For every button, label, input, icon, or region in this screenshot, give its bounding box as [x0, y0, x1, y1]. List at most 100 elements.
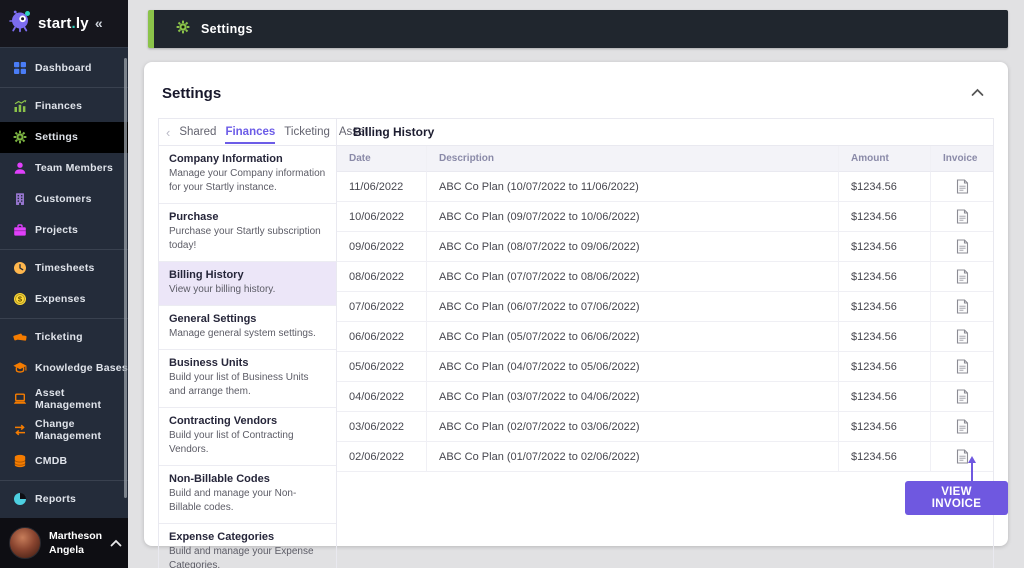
menu-item-title: Expense Categories	[169, 531, 275, 543]
sidebar-item-label: Ticketing	[35, 331, 83, 344]
sidebar-item-label: Timesheets	[35, 262, 95, 275]
sidebar-item-label: Team Members	[35, 162, 114, 175]
table-row: 09/06/2022 ABC Co Plan (08/07/2022 to 09/…	[337, 232, 993, 262]
collapse-panel-icon[interactable]	[965, 82, 990, 104]
settings-menu-item-expense-categories[interactable]: Expense Categories Build and manage your …	[159, 524, 336, 568]
sidebar-item-team-members[interactable]: Team Members	[0, 153, 128, 184]
billing-history-table: Date Description Amount Invoice 11/06/2022 AB…	[337, 146, 993, 568]
sidebar-item-cmdb[interactable]: CMDB	[0, 446, 128, 477]
invoice-document-icon[interactable]	[931, 442, 993, 472]
tab-finances[interactable]: Finances	[225, 120, 276, 144]
invoice-document-icon[interactable]	[931, 172, 993, 202]
cell-description: ABC Co Plan (04/07/2022 to 05/06/2022)	[427, 352, 839, 382]
sidebar-item-settings[interactable]: Settings	[0, 121, 128, 153]
sidebar-item-label: Reports	[35, 493, 77, 506]
sidebar-item-reports[interactable]: Reports	[0, 484, 128, 515]
tab-ticketing[interactable]: Ticketing	[284, 120, 330, 144]
settings-menu-item-non-billable-codes[interactable]: Non-Billable Codes Build and manage your …	[159, 466, 336, 524]
sidebar: start.ly « Dashboard Finances Settings Team…	[0, 0, 128, 568]
cell-description: ABC Co Plan (05/07/2022 to 06/06/2022)	[427, 322, 839, 352]
settings-panel: ‹ Shared Finances Ticketing Asset › Billing …	[158, 118, 994, 568]
chevron-up-icon[interactable]	[110, 534, 122, 552]
cell-amount: $1234.56	[839, 232, 931, 262]
menu-item-description: Manage your Company information for your…	[169, 168, 326, 193]
database-icon	[13, 454, 27, 468]
invoice-document-icon[interactable]	[931, 352, 993, 382]
sidebar-item-label: Expenses	[35, 293, 86, 306]
sidebar-item-timesheets[interactable]: Timesheets	[0, 253, 128, 284]
tab-shared[interactable]: Shared	[179, 120, 216, 144]
sidebar-item-label: Asset Management	[35, 387, 102, 412]
menu-item-description: View your billing history.	[169, 284, 276, 295]
settings-menu-item-purchase[interactable]: Purchase Purchase your Startly subscripti…	[159, 204, 336, 262]
cell-amount: $1234.56	[839, 322, 931, 352]
sidebar-item-ticketing[interactable]: Ticketing	[0, 322, 128, 353]
sidebar-item-customers[interactable]: Customers	[0, 184, 128, 215]
sidebar-item-label: Change Management	[35, 418, 102, 443]
graduation-cap-icon	[13, 361, 27, 375]
sidebar-item-asset-management[interactable]: Asset Management	[0, 384, 128, 415]
briefcase-icon	[13, 223, 27, 237]
user-profile[interactable]: Martheson Angela	[0, 517, 128, 568]
invoice-document-icon[interactable]	[931, 322, 993, 352]
coin-icon: $	[13, 292, 27, 306]
page-title: Settings	[201, 22, 253, 36]
menu-item-title: Non-Billable Codes	[169, 473, 270, 485]
brand-name: start.ly	[38, 14, 89, 32]
user-name: Martheson Angela	[49, 529, 103, 556]
table-row: 05/06/2022 ABC Co Plan (04/07/2022 to 05/…	[337, 352, 993, 382]
nav-group: Reports	[0, 479, 128, 518]
cell-amount: $1234.56	[839, 292, 931, 322]
cell-description: ABC Co Plan (07/07/2022 to 08/06/2022)	[427, 262, 839, 292]
sidebar-item-change-management[interactable]: Change Management	[0, 415, 128, 446]
sidebar-item-label: Customers	[35, 193, 92, 206]
sidebar-item-label: Settings	[35, 131, 79, 144]
cell-date: 06/06/2022	[337, 322, 427, 352]
invoice-document-icon[interactable]	[931, 232, 993, 262]
avatar	[9, 526, 41, 559]
invoice-document-icon[interactable]	[931, 412, 993, 442]
cell-date: 07/06/2022	[337, 292, 427, 322]
menu-item-title: Billing History	[169, 269, 244, 281]
sidebar-item-expenses[interactable]: $ Expenses	[0, 284, 128, 315]
view-invoice-button[interactable]: VIEW INVOICE	[905, 481, 1008, 515]
cell-date: 03/06/2022	[337, 412, 427, 442]
gear-icon	[176, 20, 190, 39]
laptop-icon	[13, 392, 27, 406]
invoice-document-icon[interactable]	[931, 382, 993, 412]
swap-arrows-icon	[13, 423, 27, 437]
invoice-document-icon[interactable]	[931, 262, 993, 292]
sidebar-item-projects[interactable]: Projects	[0, 215, 128, 246]
cell-description: ABC Co Plan (10/07/2022 to 11/06/2022)	[427, 172, 839, 202]
menu-item-title: Business Units	[169, 357, 249, 369]
settings-menu-item-general-settings[interactable]: General Settings Manage general system se…	[159, 306, 336, 350]
column-header-description: Description	[427, 146, 839, 172]
table-row: 04/06/2022 ABC Co Plan (03/07/2022 to 04/…	[337, 382, 993, 412]
cell-date: 11/06/2022	[337, 172, 427, 202]
sidebar-item-dashboard[interactable]: Dashboard	[0, 53, 128, 84]
cell-description: ABC Co Plan (08/07/2022 to 09/06/2022)	[427, 232, 839, 262]
cell-date: 04/06/2022	[337, 382, 427, 412]
settings-menu-item-business-units[interactable]: Business Units Build your list of Busines…	[159, 350, 336, 408]
tabs-bar: ‹ Shared Finances Ticketing Asset ›	[159, 119, 381, 146]
sidebar-collapse-icon[interactable]: «	[95, 15, 103, 31]
logo-area[interactable]: start.ly «	[0, 0, 128, 48]
sidebar-item-finances[interactable]: Finances	[0, 91, 128, 122]
settings-menu-item-billing-history[interactable]: Billing History View your billing history…	[159, 262, 336, 306]
cell-amount: $1234.56	[839, 382, 931, 412]
card-title: Settings	[162, 84, 222, 102]
settings-menu-item-contracting-vendors[interactable]: Contracting Vendors Build your list of Co…	[159, 408, 336, 466]
tabs-scroll-left-icon[interactable]: ‹	[166, 126, 170, 139]
invoice-document-icon[interactable]	[931, 292, 993, 322]
cell-description: ABC Co Plan (03/07/2022 to 04/06/2022)	[427, 382, 839, 412]
menu-item-description: Build your list of Business Units and ar…	[169, 372, 309, 397]
building-icon	[13, 192, 27, 206]
sidebar-scrollbar[interactable]	[124, 58, 127, 498]
menu-item-description: Build your list of Contracting Vendors.	[169, 430, 294, 455]
invoice-document-icon[interactable]	[931, 202, 993, 232]
sidebar-item-knowledge-bases[interactable]: Knowledge Bases	[0, 353, 128, 384]
gear-icon	[13, 130, 27, 144]
sidebar-item-label: Knowledge Bases	[35, 362, 128, 375]
settings-menu-item-company-information[interactable]: Company Information Manage your Company i…	[159, 146, 336, 204]
menu-item-description: Build and manage your Non-Billable codes…	[169, 488, 297, 513]
